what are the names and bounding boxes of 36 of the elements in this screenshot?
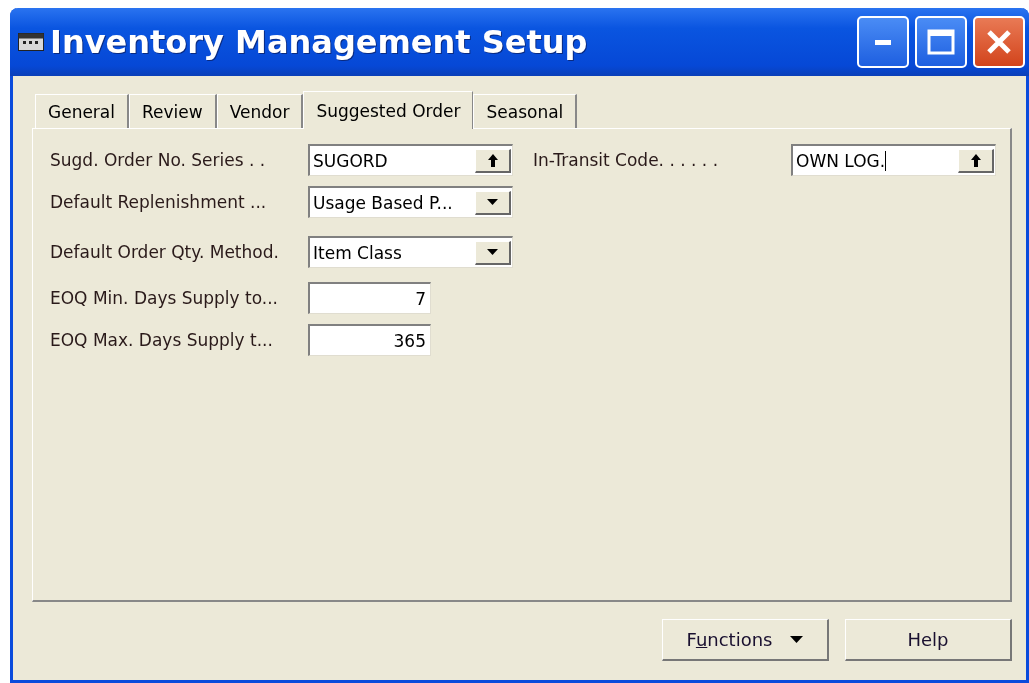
field-label: Sugd. Order No. Series . . (50, 150, 267, 170)
field-label: EOQ Min. Days Supply to... (50, 288, 280, 308)
lookup-button[interactable] (958, 148, 994, 173)
dropdown-field[interactable]: Item Class (308, 236, 513, 268)
input-field[interactable]: OWN LOG. (791, 144, 996, 176)
dropdown-field[interactable]: Usage Based P... (308, 186, 513, 218)
arrow-up-icon (970, 153, 981, 167)
caret-icon (487, 249, 498, 255)
input-field[interactable]: 7 (308, 282, 431, 314)
help-button[interactable]: Help (845, 619, 1012, 661)
tab[interactable]: General (35, 94, 129, 128)
tab[interactable]: Suggested Order (303, 91, 474, 129)
dropdown-button[interactable] (475, 240, 511, 265)
window-title: Inventory Management Setup (50, 23, 589, 61)
caret-icon (790, 636, 804, 643)
lookup-button[interactable] (475, 148, 511, 173)
caret-icon (487, 199, 498, 205)
tab[interactable]: Vendor (216, 94, 304, 128)
dropdown-button[interactable] (475, 190, 511, 215)
input-field[interactable]: 365 (308, 324, 431, 356)
arrow-up-icon (487, 153, 498, 167)
field-label: EOQ Max. Days Supply t... (50, 330, 274, 350)
field-label: Default Order Qty. Method. (50, 242, 280, 262)
field-label: In-Transit Code. . . . . . (533, 150, 720, 170)
tab[interactable]: Seasonal (473, 94, 578, 128)
app-icon (18, 33, 44, 51)
tab[interactable]: Review (129, 94, 217, 128)
maximize-button[interactable] (915, 16, 967, 68)
close-button[interactable] (973, 16, 1025, 68)
close-icon (985, 28, 1013, 56)
functions-menu-button[interactable]: Functions (662, 619, 829, 661)
minimize-button[interactable] (857, 16, 909, 68)
field-label: Default Replenishment ... (50, 192, 268, 212)
maximize-icon (927, 29, 955, 55)
minimize-icon (875, 39, 891, 45)
input-field[interactable]: SUGORD (308, 144, 513, 176)
